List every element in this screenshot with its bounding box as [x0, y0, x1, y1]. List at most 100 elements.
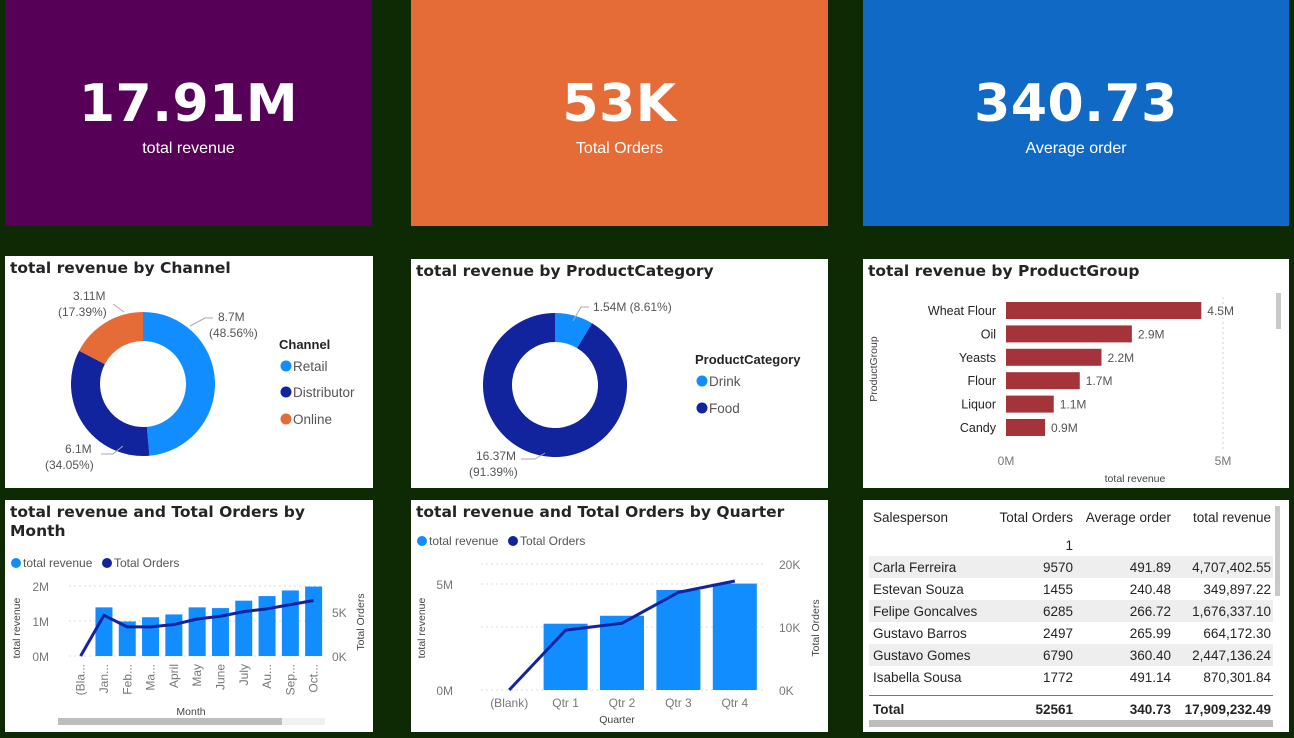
kpi-value: 17.91M — [78, 74, 299, 134]
horizontal-scrollbar-thumb[interactable] — [869, 720, 1273, 727]
table-cell: Isabella Sousa — [873, 669, 962, 685]
x-tick: May — [190, 664, 204, 687]
legend-orders[interactable]: Total Orders — [520, 534, 585, 548]
productgroup-bar-card[interactable]: total revenue by ProductGroup Wheat Flou… — [863, 259, 1289, 488]
y-tick: 0M — [436, 684, 453, 698]
data-label-food: 16.37M — [476, 449, 516, 463]
kpi-value: 340.73 — [974, 74, 1178, 134]
bar-qtr-1[interactable] — [543, 623, 588, 690]
bar-yeasts[interactable] — [1006, 348, 1102, 366]
legend-food[interactable]: Food — [709, 401, 740, 416]
legend-retail[interactable]: Retail — [293, 359, 328, 374]
table-row[interactable]: Isabella Sousa 1772 491.14 870,301.84 — [869, 666, 1273, 688]
x-tick: Qtr 1 — [552, 696, 579, 710]
table-cell: 1772 — [1042, 669, 1073, 685]
table-cell: 360.40 — [1129, 647, 1171, 663]
table-row[interactable]: Gustavo Gomes 6790 360.40 2,447,136.24 — [869, 644, 1273, 666]
vertical-scrollbar-thumb[interactable] — [1275, 506, 1280, 596]
bar-candy[interactable] — [1006, 419, 1046, 436]
legend-revenue[interactable]: total revenue — [429, 534, 499, 548]
donut-slice-food[interactable] — [483, 313, 627, 457]
scrollbar-thumb[interactable] — [1276, 293, 1281, 329]
bar-qtr-3[interactable] — [656, 589, 701, 690]
table-cell: 1 — [1065, 537, 1073, 553]
legend-marker-revenue — [11, 558, 21, 568]
x-tick: Sep... — [283, 664, 297, 695]
bar-ma-[interactable] — [142, 617, 160, 656]
bar-au-[interactable] — [258, 596, 276, 656]
data-label: 2.2M — [1107, 351, 1134, 365]
legend-revenue[interactable]: total revenue — [23, 556, 93, 570]
bar-flour[interactable] — [1006, 372, 1080, 390]
y2-tick: 5K — [332, 606, 347, 620]
salesperson-table-card[interactable]: Salesperson Total Orders Average order t… — [863, 500, 1289, 732]
kpi-label: Average order — [1025, 140, 1127, 157]
column-header-total-revenue[interactable]: total revenue — [1171, 510, 1271, 525]
legend-online[interactable]: Online — [293, 412, 332, 427]
y-tick: 5M — [436, 578, 453, 592]
x-tick: Au... — [260, 664, 274, 689]
table-row[interactable]: 1 — [869, 534, 1273, 556]
kpi-card-average-order[interactable]: 340.73 Average order — [863, 0, 1289, 226]
table-row[interactable]: Carla Ferreira 9570 491.89 4,707,402.55 — [869, 556, 1273, 578]
bar-qtr-2[interactable] — [600, 615, 644, 690]
category-label: Liquor — [961, 398, 996, 412]
scrollbar-thumb[interactable] — [58, 718, 282, 725]
legend-title: ProductCategory — [695, 352, 801, 367]
legend-orders[interactable]: Total Orders — [114, 556, 179, 570]
bar-july[interactable] — [235, 600, 253, 656]
table-body: 1 Carla Ferreira 9570 491.89 4,707,402.55 Est… — [869, 534, 1273, 688]
table-row[interactable]: Felipe Goncalves 6285 266.72 1,676,337.10 — [869, 600, 1273, 622]
y2-axis-label: Total Orders — [355, 593, 367, 650]
table-cell: 6285 — [1042, 603, 1073, 619]
legend-drink[interactable]: Drink — [709, 374, 741, 389]
table-cell: 664,172.30 — [1203, 625, 1271, 641]
data-label-online: 3.11M — [73, 289, 105, 303]
table-row[interactable]: Gustavo Barros 2497 265.99 664,172.30 — [869, 622, 1273, 644]
channel-donut-card[interactable]: total revenue by Channel 8.7M (48.56%) 3… — [5, 256, 373, 488]
legend-marker-revenue — [417, 536, 427, 546]
y-tick: 0M — [32, 650, 49, 664]
bar-oct-[interactable] — [305, 586, 323, 656]
table-cell: 4,707,402.55 — [1192, 559, 1271, 575]
bar-liquor[interactable] — [1006, 395, 1054, 413]
category-label: Yeasts — [959, 351, 996, 365]
donut-slice-distributor[interactable] — [71, 350, 150, 456]
data-label-retail-pct: (48.56%) — [209, 326, 258, 340]
y2-tick: 0K — [779, 684, 794, 698]
data-label-food-pct: (91.39%) — [469, 465, 518, 479]
category-label: Candy — [960, 421, 997, 435]
total-revenue-value: 17,909,232.49 — [1184, 701, 1271, 717]
quarter-combo-card[interactable]: total revenue and Total Orders by Quarte… — [411, 500, 828, 732]
column-header-average-order[interactable]: Average order — [1073, 510, 1171, 525]
leader-line — [189, 317, 213, 327]
bar-qtr-4[interactable] — [712, 583, 757, 690]
y-tick: 2M — [32, 580, 49, 594]
bar-wheat-flour[interactable] — [1006, 302, 1202, 319]
category-label: Wheat Flour — [928, 304, 996, 318]
table-row[interactable]: Estevan Souza 1455 240.48 349,897.22 — [869, 578, 1273, 600]
column-header-salesperson[interactable]: Salesperson — [869, 510, 993, 525]
kpi-card-orders[interactable]: 53K Total Orders — [411, 0, 828, 226]
bar-may[interactable] — [188, 607, 206, 656]
x-axis-label: total revenue — [1105, 473, 1166, 485]
y2-tick: 20K — [779, 558, 800, 572]
kpi-card-revenue[interactable]: 17.91M total revenue — [5, 0, 372, 226]
month-combo-card[interactable]: total revenue and Total Orders by Month … — [5, 500, 373, 732]
kpi-label: Total Orders — [575, 140, 664, 157]
category-donut-card[interactable]: total revenue by ProductCategory 1.54M (… — [411, 259, 828, 488]
bar-sep-[interactable] — [281, 590, 299, 656]
table-total: Total 52561 340.73 17,909,232.49 — [869, 698, 1273, 720]
bar-april[interactable] — [165, 614, 183, 656]
column-header-total-orders[interactable]: Total Orders — [993, 510, 1073, 525]
x-tick: Qtr 3 — [665, 696, 692, 710]
donut-slice-retail[interactable] — [143, 312, 215, 456]
legend-marker-orders — [508, 536, 518, 546]
legend-marker-drink — [696, 375, 708, 387]
data-label-distributor-pct: (34.05%) — [45, 458, 94, 472]
legend-distributor[interactable]: Distributor — [293, 385, 355, 400]
x-tick: (Blank) — [490, 696, 528, 710]
y-axis-label: total revenue — [11, 597, 23, 658]
bar-oil[interactable] — [1006, 325, 1132, 343]
table-cell: 2,447,136.24 — [1192, 647, 1271, 663]
